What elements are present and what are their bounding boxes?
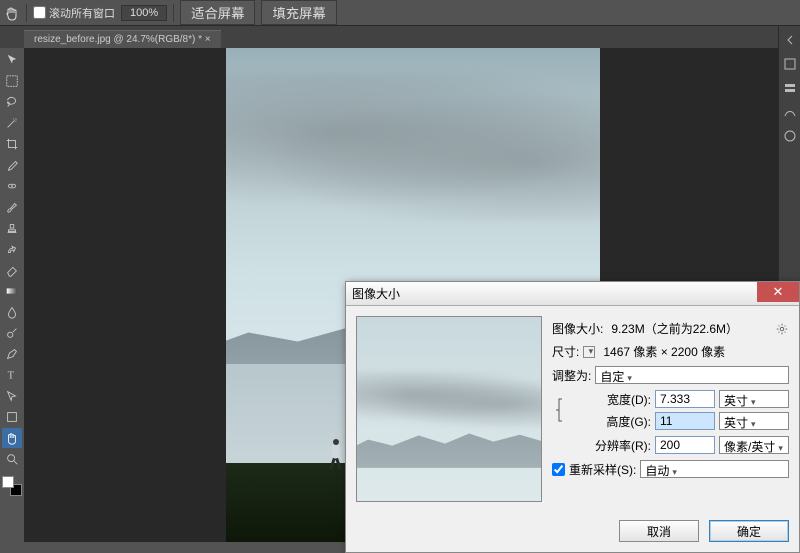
hand-tool[interactable]: [2, 428, 22, 448]
dialog-title: 图像大小: [352, 285, 400, 302]
dimensions-value: 1467 像素 × 2200 像素: [599, 343, 789, 360]
scroll-all-checkbox-input[interactable]: [33, 6, 46, 19]
fg-color-swatch[interactable]: [2, 476, 14, 488]
dialog-fields: 图像大小: 9.23M（之前为22.6M） 尺寸: 1467 像素 × 2200…: [552, 316, 789, 502]
resample-select[interactable]: 自动: [640, 460, 789, 478]
link-icon[interactable]: [552, 395, 566, 425]
blur-tool[interactable]: [2, 302, 22, 322]
expand-panels-icon[interactable]: [782, 32, 798, 48]
path-tool[interactable]: [2, 386, 22, 406]
width-input[interactable]: [655, 390, 715, 408]
eraser-tool[interactable]: [2, 260, 22, 280]
panel-icon[interactable]: [782, 56, 798, 72]
resolution-input[interactable]: [655, 436, 715, 454]
dimensions-label: 尺寸:: [552, 343, 579, 360]
scroll-all-label: 滚动所有窗口: [49, 5, 115, 21]
zoom-field[interactable]: 100%: [121, 5, 167, 21]
dialog-titlebar[interactable]: 图像大小 ✕: [346, 282, 799, 306]
tools-panel: T: [0, 48, 24, 542]
resolution-label: 分辨率(R):: [579, 437, 651, 454]
height-input[interactable]: [655, 412, 715, 430]
color-swatches[interactable]: [2, 476, 22, 496]
document-tab-row: resize_before.jpg @ 24.7%(RGB/8*) * ×: [0, 26, 800, 48]
image-clouds: [226, 73, 600, 221]
healing-tool[interactable]: [2, 176, 22, 196]
fill-screen-button[interactable]: 填充屏幕: [261, 0, 336, 25]
resample-label: 重新采样(S):: [569, 461, 636, 478]
separator: [173, 4, 174, 22]
fit-to-select[interactable]: 自定: [595, 366, 789, 384]
crop-tool[interactable]: [2, 134, 22, 154]
image-size-value: 9.23M（之前为22.6M）: [607, 320, 771, 337]
move-tool[interactable]: [2, 50, 22, 70]
resample-checkbox[interactable]: [552, 463, 565, 476]
resolution-unit-select[interactable]: 像素/英寸: [719, 436, 789, 454]
wand-tool[interactable]: [2, 113, 22, 133]
height-unit-select[interactable]: 英寸: [719, 412, 789, 430]
width-label: 宽度(D):: [595, 391, 651, 408]
dodge-tool[interactable]: [2, 323, 22, 343]
stamp-tool[interactable]: [2, 218, 22, 238]
height-label: 高度(G):: [595, 413, 651, 430]
history-brush-tool[interactable]: [2, 239, 22, 259]
separator: [26, 4, 27, 22]
dialog-footer: 取消 确定: [346, 512, 799, 552]
gear-icon[interactable]: [775, 322, 789, 336]
image-size-dialog: 图像大小 ✕ 图像大小: 9.23M（之前为22.6M） 尺寸: 1467 像素…: [345, 281, 800, 553]
panel-icon[interactable]: [782, 104, 798, 120]
width-unit-select[interactable]: 英寸: [719, 390, 789, 408]
lasso-tool[interactable]: [2, 92, 22, 112]
preview-thumbnail[interactable]: [356, 316, 542, 502]
fit-to-label: 调整为:: [552, 367, 591, 384]
ok-button[interactable]: 确定: [709, 520, 789, 542]
brush-tool[interactable]: [2, 197, 22, 217]
document-tab[interactable]: resize_before.jpg @ 24.7%(RGB/8*) * ×: [24, 30, 221, 48]
image-person: [327, 437, 345, 473]
cancel-button[interactable]: 取消: [619, 520, 699, 542]
svg-text:T: T: [8, 371, 15, 382]
dimensions-unit-icon[interactable]: [583, 346, 595, 358]
gradient-tool[interactable]: [2, 281, 22, 301]
pen-tool[interactable]: [2, 344, 22, 364]
zoom-tool[interactable]: [2, 449, 22, 469]
hand-icon: [4, 5, 20, 21]
fit-screen-button[interactable]: 适合屏幕: [180, 0, 255, 25]
panel-icon[interactable]: [782, 128, 798, 144]
marquee-tool[interactable]: [2, 71, 22, 91]
close-button[interactable]: ✕: [757, 282, 799, 302]
panel-icon[interactable]: [782, 80, 798, 96]
shape-tool[interactable]: [2, 407, 22, 427]
scroll-all-windows-checkbox[interactable]: 滚动所有窗口: [33, 5, 115, 21]
eyedropper-tool[interactable]: [2, 155, 22, 175]
image-size-label: 图像大小:: [552, 320, 603, 337]
type-tool[interactable]: T: [2, 365, 22, 385]
options-bar: 滚动所有窗口 100% 适合屏幕 填充屏幕: [0, 0, 800, 26]
